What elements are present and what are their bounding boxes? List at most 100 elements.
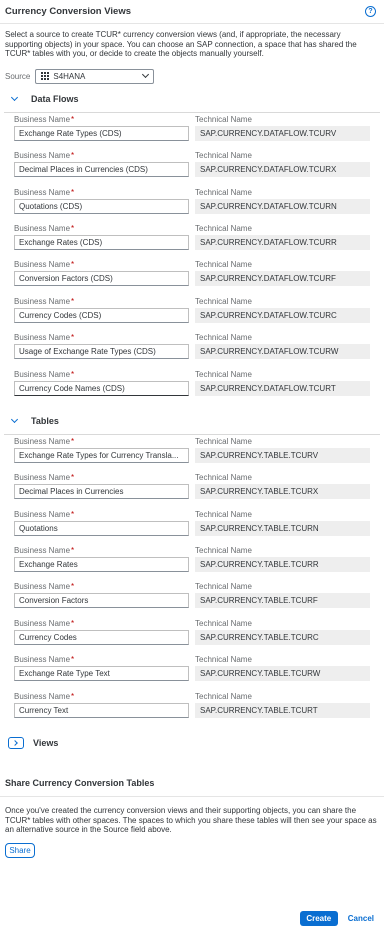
technical-name-field-group: Technical Name SAP.CURRENCY.TABLE.TCURW [195,653,370,689]
business-name-field-group: Business Name * Exchange Rate Types for Cu… [14,435,189,471]
tables-title: Tables [31,415,59,426]
cancel-button[interactable]: Cancel [348,914,374,923]
required-marker: * [71,473,75,483]
technical-name-label: Technical Name [195,260,252,270]
technical-name-field-group: Technical Name SAP.CURRENCY.TABLE.TCURC [195,617,370,653]
technical-name-field-group: Technical Name SAP.CURRENCY.TABLE.TCURV [195,435,370,471]
business-name-label-text: Business Name [14,223,71,233]
business-name-input[interactable]: Decimal Places in Currencies (CDS) [14,162,189,178]
technical-name-field-group: Technical Name SAP.CURRENCY.DATAFLOW.TCUR… [195,149,370,185]
business-name-input[interactable]: Exchange Rate Types (CDS) [14,125,189,141]
technical-name-label: Technical Name [195,296,252,306]
business-name-label: Business Name * [14,653,189,666]
technical-name-label: Technical Name [195,223,252,233]
business-name-label: Business Name * [14,368,189,381]
source-row: Source S4HANA [0,59,384,86]
business-name-label-text: Business Name [14,473,71,483]
business-name-field-group: Business Name * Decimal Places in Currenci… [14,471,189,507]
business-name-field-group: Business Name * Conversion Factors (CDS) [14,258,189,294]
business-name-input[interactable]: Exchange Rates (CDS) [14,234,189,250]
data-flows-section-toggle[interactable]: Data Flows [0,86,384,112]
technical-name-value: SAP.CURRENCY.DATAFLOW.TCURX [195,162,370,178]
technical-name-label: Technical Name [195,473,252,483]
required-marker: * [71,436,75,446]
business-name-input[interactable]: Currency Code Names (CDS) [14,380,189,396]
business-name-input[interactable]: Quotations [14,520,189,536]
views-section-toggle[interactable]: Views [0,730,384,756]
help-icon[interactable]: ? [365,6,376,17]
required-marker: * [71,223,75,233]
required-marker: * [71,151,75,161]
business-name-label: Business Name * [14,113,189,126]
business-name-label-text: Business Name [14,260,71,270]
business-name-input[interactable]: Decimal Places in Currencies [14,484,189,500]
create-button[interactable]: Create [299,910,338,926]
required-marker: * [71,187,75,197]
technical-name-value: SAP.CURRENCY.TABLE.TCURW [195,666,370,682]
business-name-label-text: Business Name [14,582,71,592]
technical-name-value: SAP.CURRENCY.DATAFLOW.TCURR [195,234,370,250]
technical-name-field-group: Technical Name SAP.CURRENCY.DATAFLOW.TCUR… [195,295,370,331]
business-name-label: Business Name * [14,544,189,557]
business-name-input[interactable]: Quotations (CDS) [14,198,189,214]
business-name-field-group: Business Name * Currency Text [14,690,189,726]
business-name-input[interactable]: Conversion Factors [14,593,189,609]
data-flows-title: Data Flows [31,93,79,104]
form-row: Business Name * Decimal Places in Currenci… [14,149,384,185]
source-label: Source [5,71,31,81]
technical-name-value: SAP.CURRENCY.TABLE.TCURC [195,629,370,645]
form-row: Business Name * Quotations Technical Name SA… [14,508,384,544]
dialog-footer: Create Cancel [0,906,384,930]
form-row: Business Name * Exchange Rate Types (CDS) T… [14,113,384,149]
intro-text: Select a source to create TCUR* currency… [5,30,357,59]
business-name-field-group: Business Name * Exchange Rates [14,544,189,580]
tables-list: Business Name * Exchange Rate Types for Cu… [0,435,384,726]
business-name-input[interactable]: Conversion Factors (CDS) [14,271,189,287]
business-name-label-text: Business Name [14,187,71,197]
business-name-label: Business Name * [14,331,189,344]
required-marker: * [71,333,75,343]
business-name-input[interactable]: Usage of Exchange Rate Types (CDS) [14,344,189,360]
expand-button[interactable] [8,737,24,750]
business-name-label: Business Name * [14,435,189,448]
technical-name-label: Technical Name [195,509,252,519]
business-name-label-text: Business Name [14,655,71,665]
form-row: Business Name * Exchange Rates Technical Na… [14,544,384,580]
business-name-field-group: Business Name * Usage of Exchange Rate Typ… [14,331,189,367]
tables-section-toggle[interactable]: Tables [0,408,384,434]
technical-name-label: Technical Name [195,618,252,628]
business-name-input[interactable]: Currency Text [14,702,189,718]
technical-name-label: Technical Name [195,691,252,701]
technical-name-field-group: Technical Name SAP.CURRENCY.DATAFLOW.TCUR… [195,186,370,222]
technical-name-value: SAP.CURRENCY.TABLE.TCURX [195,484,370,500]
technical-name-field-group: Technical Name SAP.CURRENCY.DATAFLOW.TCUR… [195,368,370,404]
required-marker: * [71,114,75,124]
form-row: Business Name * Usage of Exchange Rate Typ… [14,331,384,367]
technical-name-label: Technical Name [195,582,252,592]
business-name-label: Business Name * [14,149,189,162]
business-name-input[interactable]: Exchange Rate Type Text [14,666,189,682]
technical-name-field-group: Technical Name SAP.CURRENCY.TABLE.TCURF [195,580,370,616]
views-title: Views [33,738,59,749]
business-name-field-group: Business Name * Currency Code Names (CDS) [14,368,189,404]
business-name-label-text: Business Name [14,333,71,343]
required-marker: * [71,618,75,628]
business-name-label: Business Name * [14,471,189,484]
technical-name-field-group: Technical Name SAP.CURRENCY.DATAFLOW.TCUR… [195,331,370,367]
business-name-input[interactable]: Currency Codes (CDS) [14,307,189,323]
business-name-input[interactable]: Exchange Rate Types for Currency Transla… [14,447,189,463]
chevron-down-icon [142,71,150,79]
dialog-title: Currency Conversion Views [5,6,132,17]
share-button[interactable]: Share [5,842,35,858]
business-name-label: Business Name * [14,222,189,235]
form-row: Business Name * Currency Codes (CDS) Techni… [14,295,384,331]
business-name-input[interactable]: Currency Codes [14,629,189,645]
business-name-field-group: Business Name * Currency Codes [14,617,189,653]
form-row: Business Name * Decimal Places in Currenci… [14,471,384,507]
business-name-input[interactable]: Exchange Rates [14,557,189,573]
technical-name-label: Technical Name [195,151,252,161]
form-row: Business Name * Currency Code Names (CDS) T… [14,368,384,404]
source-select[interactable]: S4HANA [35,68,155,84]
required-marker: * [71,655,75,665]
technical-name-field-group: Technical Name SAP.CURRENCY.TABLE.TCURN [195,508,370,544]
